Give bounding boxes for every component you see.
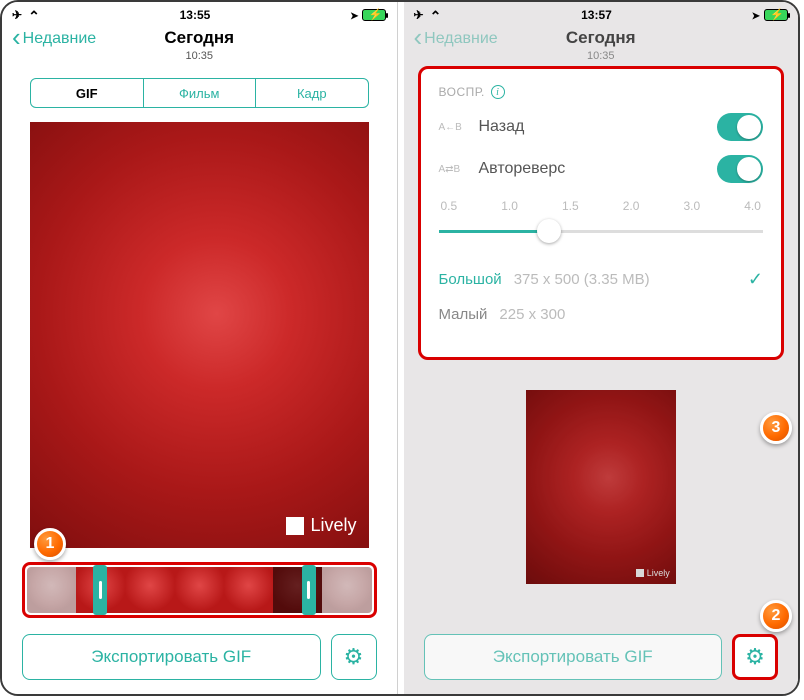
airplane-icon — [12, 8, 22, 22]
toggle-reverse[interactable] — [717, 113, 763, 141]
callout-badge-3: 3 — [760, 412, 792, 444]
nav-header: Недавние Сегодня 10:35 — [2, 24, 397, 70]
screenshot-right: 13:57 Недавние Сегодня 10:35 Lively — [404, 2, 799, 694]
back-label: Недавние — [424, 30, 498, 48]
back-button[interactable]: Недавние — [12, 30, 96, 48]
location-icon — [350, 8, 358, 22]
location-icon — [752, 8, 760, 22]
callout-badge-2: 2 — [760, 600, 792, 632]
status-time: 13:55 — [180, 8, 211, 22]
export-button[interactable]: Экспортировать GIF — [22, 634, 321, 680]
speed-scale: 0.5 1.0 1.5 2.0 3.0 4.0 — [441, 199, 762, 213]
wifi-icon — [430, 6, 442, 23]
toggle-autoreverse[interactable] — [717, 155, 763, 183]
trim-timeline[interactable] — [27, 567, 372, 613]
watermark: Lively — [636, 568, 670, 578]
seg-frame[interactable]: Кадр — [256, 79, 368, 107]
gear-icon: ⚙ — [344, 644, 364, 670]
check-icon: ✓ — [748, 269, 763, 290]
settings-button[interactable]: ⚙ — [331, 634, 377, 680]
preview-image-dimmed: Lively — [404, 390, 799, 584]
trim-handle-right[interactable] — [302, 565, 316, 615]
callout-badge-1: 1 — [34, 528, 66, 560]
seg-gif[interactable]: GIF — [31, 79, 144, 107]
back-label: Недавние — [23, 30, 97, 48]
autoreverse-icon: A⇄B — [439, 164, 465, 175]
info-icon[interactable]: i — [491, 85, 505, 99]
reverse-icon: A←B — [439, 122, 465, 133]
screenshot-left: 13:55 Недавние Сегодня 10:35 GIF Фильм К… — [2, 2, 398, 694]
airplane-icon — [414, 8, 424, 22]
export-row: Экспортировать GIF ⚙ — [424, 634, 779, 680]
seg-film[interactable]: Фильм — [144, 79, 257, 107]
preview-image: Lively — [30, 122, 369, 548]
trim-handle-left[interactable] — [93, 565, 107, 615]
battery-icon — [764, 9, 788, 21]
battery-icon — [362, 9, 386, 21]
status-bar: 13:57 — [404, 2, 799, 24]
page-subtitle: 10:35 — [2, 50, 397, 62]
option-autoreverse: A⇄B Автореверс — [439, 155, 764, 183]
option-reverse: A←B Назад — [439, 113, 764, 141]
speed-slider[interactable] — [439, 221, 764, 241]
status-bar: 13:55 — [2, 2, 397, 24]
status-time: 13:57 — [581, 8, 612, 22]
watermark: Lively — [286, 515, 356, 536]
size-option-small[interactable]: Малый 225 x 300 — [439, 306, 764, 323]
size-option-large[interactable]: Большой 375 x 500 (3.35 MB) ✓ — [439, 269, 764, 290]
back-button[interactable]: Недавние — [414, 30, 498, 48]
settings-panel: ВОСПР. i A←B Назад A⇄B Автореверс 0.5 1.… — [418, 66, 785, 360]
settings-button[interactable]: ⚙ — [732, 634, 778, 680]
page-subtitle: 10:35 — [404, 50, 799, 62]
slider-knob[interactable] — [537, 219, 561, 243]
gear-icon: ⚙ — [745, 644, 765, 670]
timeline-callout — [22, 562, 377, 618]
export-button[interactable]: Экспортировать GIF — [424, 634, 723, 680]
wifi-icon — [28, 6, 40, 23]
playback-label: ВОСПР. i — [439, 85, 764, 99]
nav-header: Недавние Сегодня 10:35 — [404, 24, 799, 70]
export-row: Экспортировать GIF ⚙ — [22, 634, 377, 680]
mode-segmented[interactable]: GIF Фильм Кадр — [30, 78, 369, 108]
